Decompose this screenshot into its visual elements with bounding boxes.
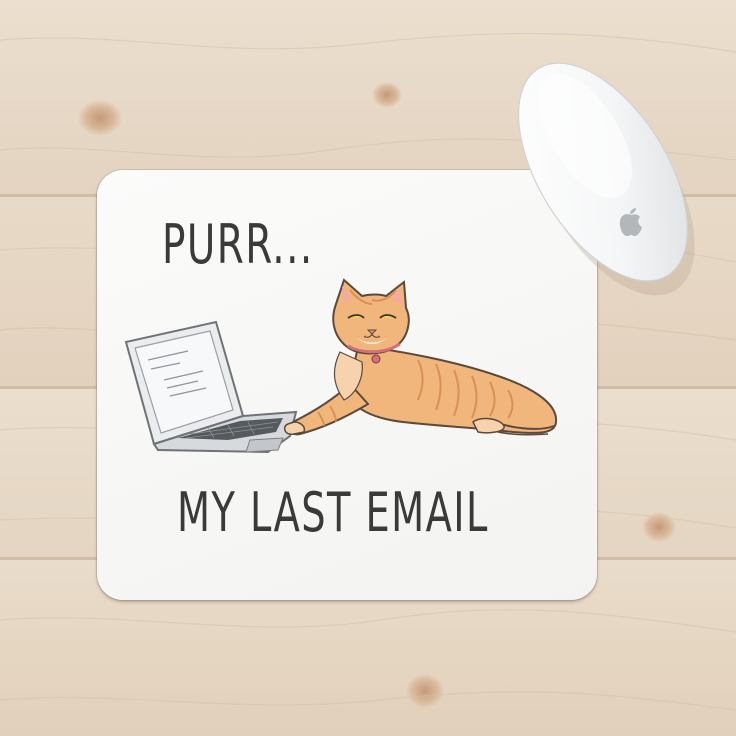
magic-mouse-icon[interactable] [495,40,715,300]
product-photo: PURR... MY LAST EMAIL [0,0,736,736]
cat-laptop-illustration [124,278,558,454]
laptop-illustration [124,320,298,454]
orange-tabby-cat-illustration [283,278,558,436]
headline-bottom: MY LAST EMAIL [177,481,489,544]
headline-top: PURR... [162,213,314,276]
apple-logo-icon [619,208,642,236]
